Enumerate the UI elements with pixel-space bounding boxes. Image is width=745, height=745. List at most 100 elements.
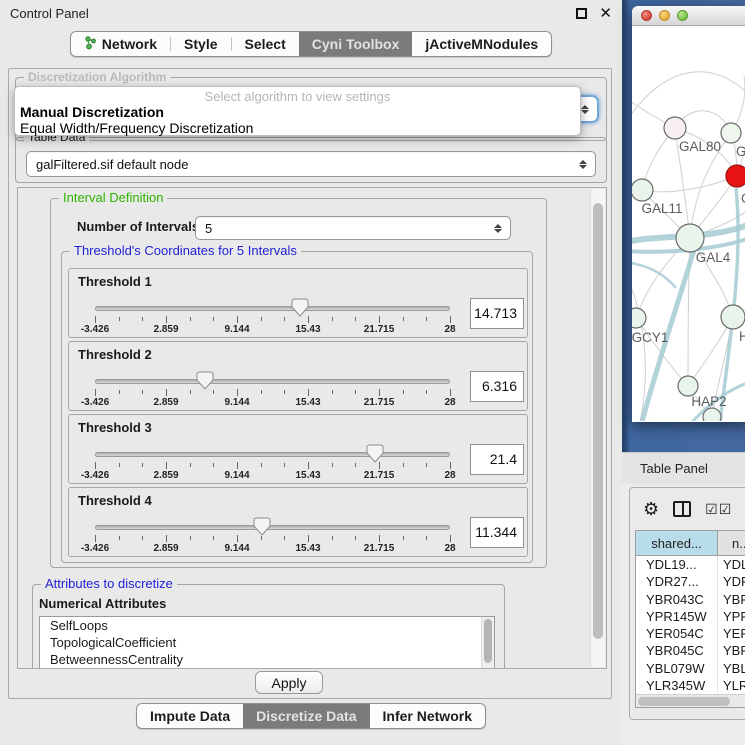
zoom-light-icon[interactable] (677, 10, 688, 21)
tick-label: -3.426 (81, 470, 109, 481)
tick-mark (284, 536, 285, 540)
slider-thumb[interactable] (366, 444, 384, 463)
threshold-value[interactable]: 6.316 (470, 371, 524, 402)
tick-mark (261, 390, 262, 394)
column-header[interactable]: n... (718, 531, 745, 556)
list-item[interactable]: SelfLoops (40, 617, 494, 634)
close-light-icon[interactable] (641, 10, 652, 21)
right-panel: GAL80G.CGAL11GAL4GCY1HHAP2 Table Panel ⚙… (622, 0, 745, 745)
threshold-slider[interactable]: -3.4262.8599.14415.4321.71528 (95, 520, 450, 556)
slider-thumb[interactable] (253, 517, 271, 536)
bottom-tabbar: Impute Data Discretize DataInfer Network (0, 703, 622, 729)
network-node[interactable] (632, 179, 653, 201)
table-row[interactable]: YPR145WYPR1... (636, 608, 745, 625)
tab-discretize-data[interactable]: Discretize Data (243, 704, 369, 728)
cell-shared-name: YER054C (636, 625, 718, 642)
network-node[interactable] (703, 408, 721, 421)
tab-infer-network[interactable]: Infer Network (370, 704, 485, 728)
close-icon[interactable]: ✕ (599, 8, 612, 19)
tick-mark (403, 390, 404, 394)
slider-thumb[interactable] (196, 371, 214, 390)
tick-label: 28 (444, 470, 455, 481)
threshold-slider[interactable]: -3.4262.8599.14415.4321.71528 (95, 374, 450, 410)
table-row[interactable]: YBR045CYBR0... (636, 642, 745, 659)
apply-button[interactable]: Apply (255, 671, 323, 694)
tick-mark (213, 463, 214, 467)
tab-select[interactable]: Select (232, 32, 299, 56)
list-item[interactable]: BetweennessCentrality (40, 651, 494, 668)
minimize-light-icon[interactable] (659, 10, 670, 21)
node-label: GCY1 (632, 330, 668, 345)
tab-style[interactable]: Style (171, 32, 230, 56)
network-node[interactable] (721, 305, 745, 329)
tick-mark (119, 390, 120, 394)
table-row[interactable]: YDR27...YDR2... (636, 573, 745, 590)
network-node[interactable] (726, 165, 745, 187)
split-columns-icon[interactable] (673, 501, 691, 517)
tick-mark (95, 389, 96, 396)
dropdown-option-manual[interactable]: Manual Discretization (15, 104, 580, 120)
tick-mark (308, 316, 309, 323)
float-icon[interactable] (576, 8, 587, 19)
cell-shared-name: YPR145W (636, 608, 718, 625)
network-window[interactable]: GAL80G.CGAL11GAL4GCY1HHAP2 (632, 6, 745, 422)
column-header[interactable]: shared... (636, 531, 718, 556)
dropdown-option-equal-width[interactable]: Equal Width/Frequency Discretization (15, 120, 580, 136)
tab-label: Style (184, 36, 217, 52)
table-row[interactable]: YLR345WYLR3... (636, 677, 745, 694)
network-node[interactable] (676, 224, 704, 252)
tick-mark (379, 462, 380, 469)
tick-label: -3.426 (81, 543, 109, 554)
tab-label: Impute Data (150, 708, 230, 724)
slider-thumb[interactable] (291, 298, 309, 317)
slider-track[interactable] (95, 306, 450, 311)
slider-track[interactable] (95, 525, 450, 530)
gear-icon[interactable]: ⚙ (643, 499, 659, 519)
tick-label: 2.859 (153, 324, 178, 335)
list-item[interactable]: TopologicalCoefficient (40, 634, 494, 651)
tick-mark (426, 463, 427, 467)
tick-mark (426, 536, 427, 540)
tab-jactivemnodules[interactable]: jActiveMNodules (412, 32, 551, 56)
num-intervals-combo[interactable]: 5 (195, 216, 511, 240)
tab-label: Select (245, 36, 286, 52)
tab-network[interactable]: Network (71, 32, 170, 56)
network-node[interactable] (632, 308, 646, 328)
vertical-scrollbar[interactable] (590, 189, 605, 667)
threshold-slider[interactable]: -3.4262.8599.14415.4321.71528 (95, 447, 450, 483)
threshold-box: Threshold 4-3.4262.8599.14415.4321.71528… (68, 487, 528, 557)
network-canvas[interactable]: GAL80G.CGAL11GAL4GCY1HHAP2 (632, 26, 745, 421)
slider-track[interactable] (95, 452, 450, 457)
network-node[interactable] (664, 117, 686, 139)
interval-definition-group: Interval Definition Number of Intervals … (50, 198, 547, 568)
tick-mark (332, 390, 333, 394)
horizontal-scrollbar[interactable] (636, 694, 745, 707)
discretization-group-title: Discretization Algorithm (24, 70, 170, 84)
threshold-slider[interactable]: -3.4262.8599.14415.4321.71528 (95, 301, 450, 337)
tab-impute-data[interactable]: Impute Data (137, 704, 243, 728)
tick-mark (426, 317, 427, 321)
tick-label: 2.859 (153, 543, 178, 554)
tick-label: 15.43 (295, 397, 320, 408)
dropdown-prompt: Select algorithm to view settings (15, 89, 580, 104)
cell-shared-name: YBL079W (636, 660, 718, 677)
table-row[interactable]: YER054CYER0... (636, 625, 745, 642)
tick-mark (355, 536, 356, 540)
threshold-value[interactable]: 21.4 (470, 444, 524, 475)
threshold-value[interactable]: 14.713 (470, 298, 524, 329)
checkbox-icons[interactable]: ☑☑ (705, 501, 732, 518)
table-row[interactable]: YDL19...YDL1... (636, 556, 745, 573)
slider-track[interactable] (95, 379, 450, 384)
table-row[interactable]: YBL079WYBL0... (636, 660, 745, 677)
tab-label: jActiveMNodules (425, 36, 538, 52)
numerical-attributes-list[interactable]: SelfLoopsTopologicalCoefficientBetweenne… (39, 616, 495, 669)
attr-list-scrollbar[interactable] (481, 617, 494, 669)
network-node[interactable] (721, 123, 741, 143)
threshold-value[interactable]: 11.344 (470, 517, 524, 548)
table-data-combo[interactable]: galFiltered.sif default node (26, 151, 596, 177)
table-row[interactable]: YBR043CYBR0... (636, 591, 745, 608)
tick-mark (142, 317, 143, 321)
network-node[interactable] (678, 376, 698, 396)
combo-arrows-icon (577, 160, 589, 169)
tab-cyni-toolbox[interactable]: Cyni Toolbox (299, 32, 413, 56)
